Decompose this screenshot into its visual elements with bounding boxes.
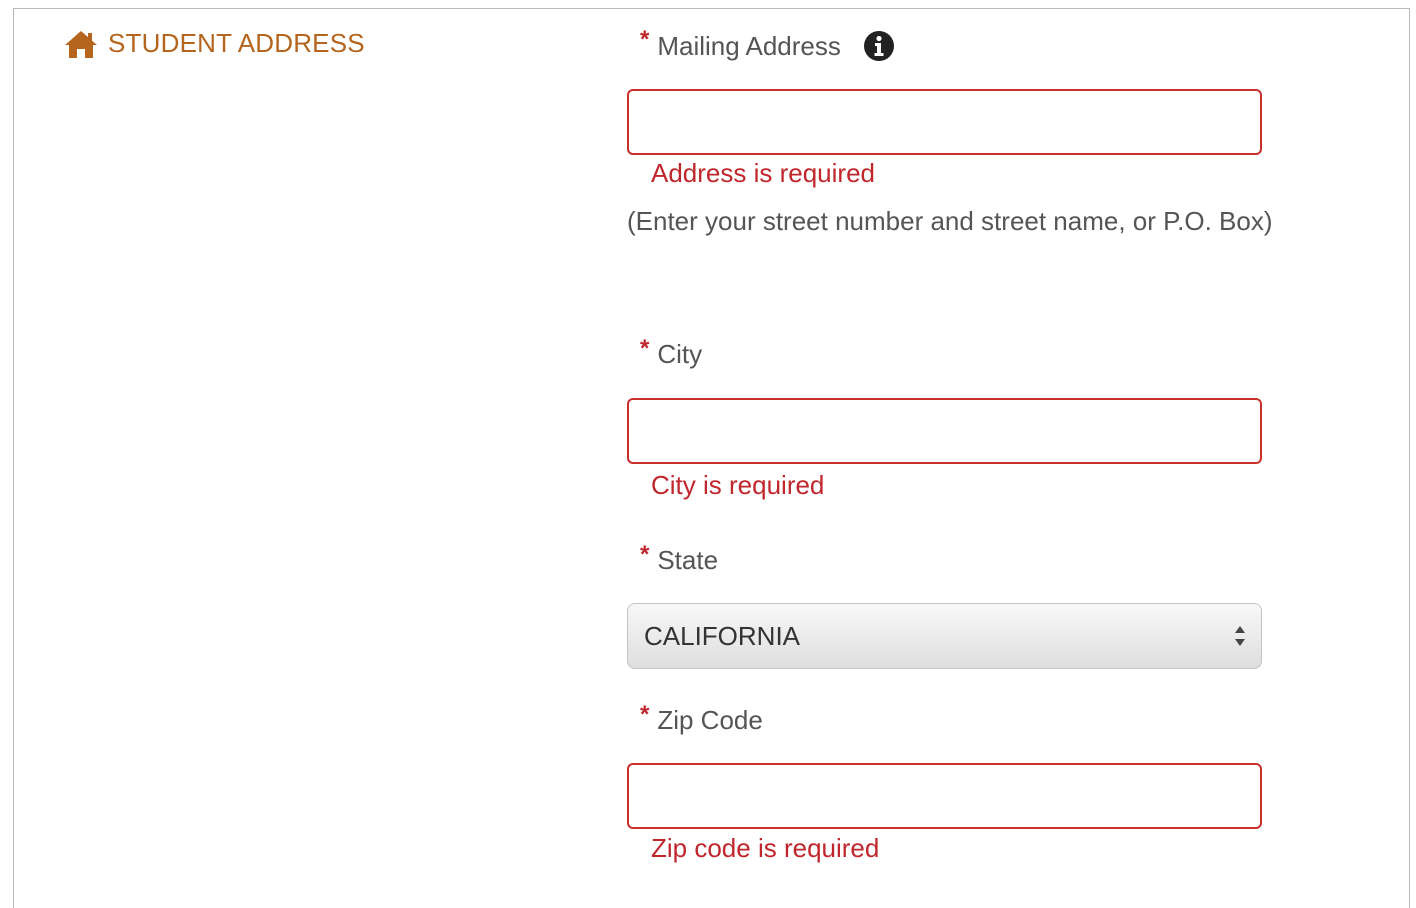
zip-code-input[interactable] — [627, 763, 1262, 829]
mailing-address-hint: (Enter your street number and street nam… — [627, 206, 1273, 236]
info-icon[interactable] — [863, 30, 895, 62]
required-marker: * — [640, 540, 650, 568]
section-heading: STUDENT ADDRESS — [64, 28, 365, 59]
required-marker: * — [640, 334, 650, 362]
mailing-address-input[interactable] — [627, 89, 1262, 155]
city-label: * City — [640, 335, 703, 370]
state-label-text: State — [657, 545, 719, 575]
mailing-address-label-text: Mailing Address — [657, 30, 841, 61]
city-input[interactable] — [627, 398, 1262, 464]
required-marker: * — [640, 700, 650, 728]
zip-code-error: Zip code is required — [651, 833, 880, 863]
zip-code-label: * Zip Code — [640, 701, 763, 736]
select-arrows-icon — [1233, 623, 1247, 649]
required-marker: * — [640, 26, 650, 53]
home-icon — [64, 29, 98, 59]
state-select[interactable]: CALIFORNIA — [627, 603, 1262, 669]
state-label: * State — [640, 541, 719, 576]
city-error: City is required — [651, 470, 825, 500]
zip-code-label-text: Zip Code — [657, 705, 763, 735]
mailing-address-error: Address is required — [651, 158, 875, 188]
state-selected-value: CALIFORNIA — [644, 620, 801, 651]
city-label-text: City — [657, 339, 703, 369]
section-title: STUDENT ADDRESS — [108, 28, 365, 58]
mailing-address-label: * Mailing Address — [640, 26, 895, 62]
